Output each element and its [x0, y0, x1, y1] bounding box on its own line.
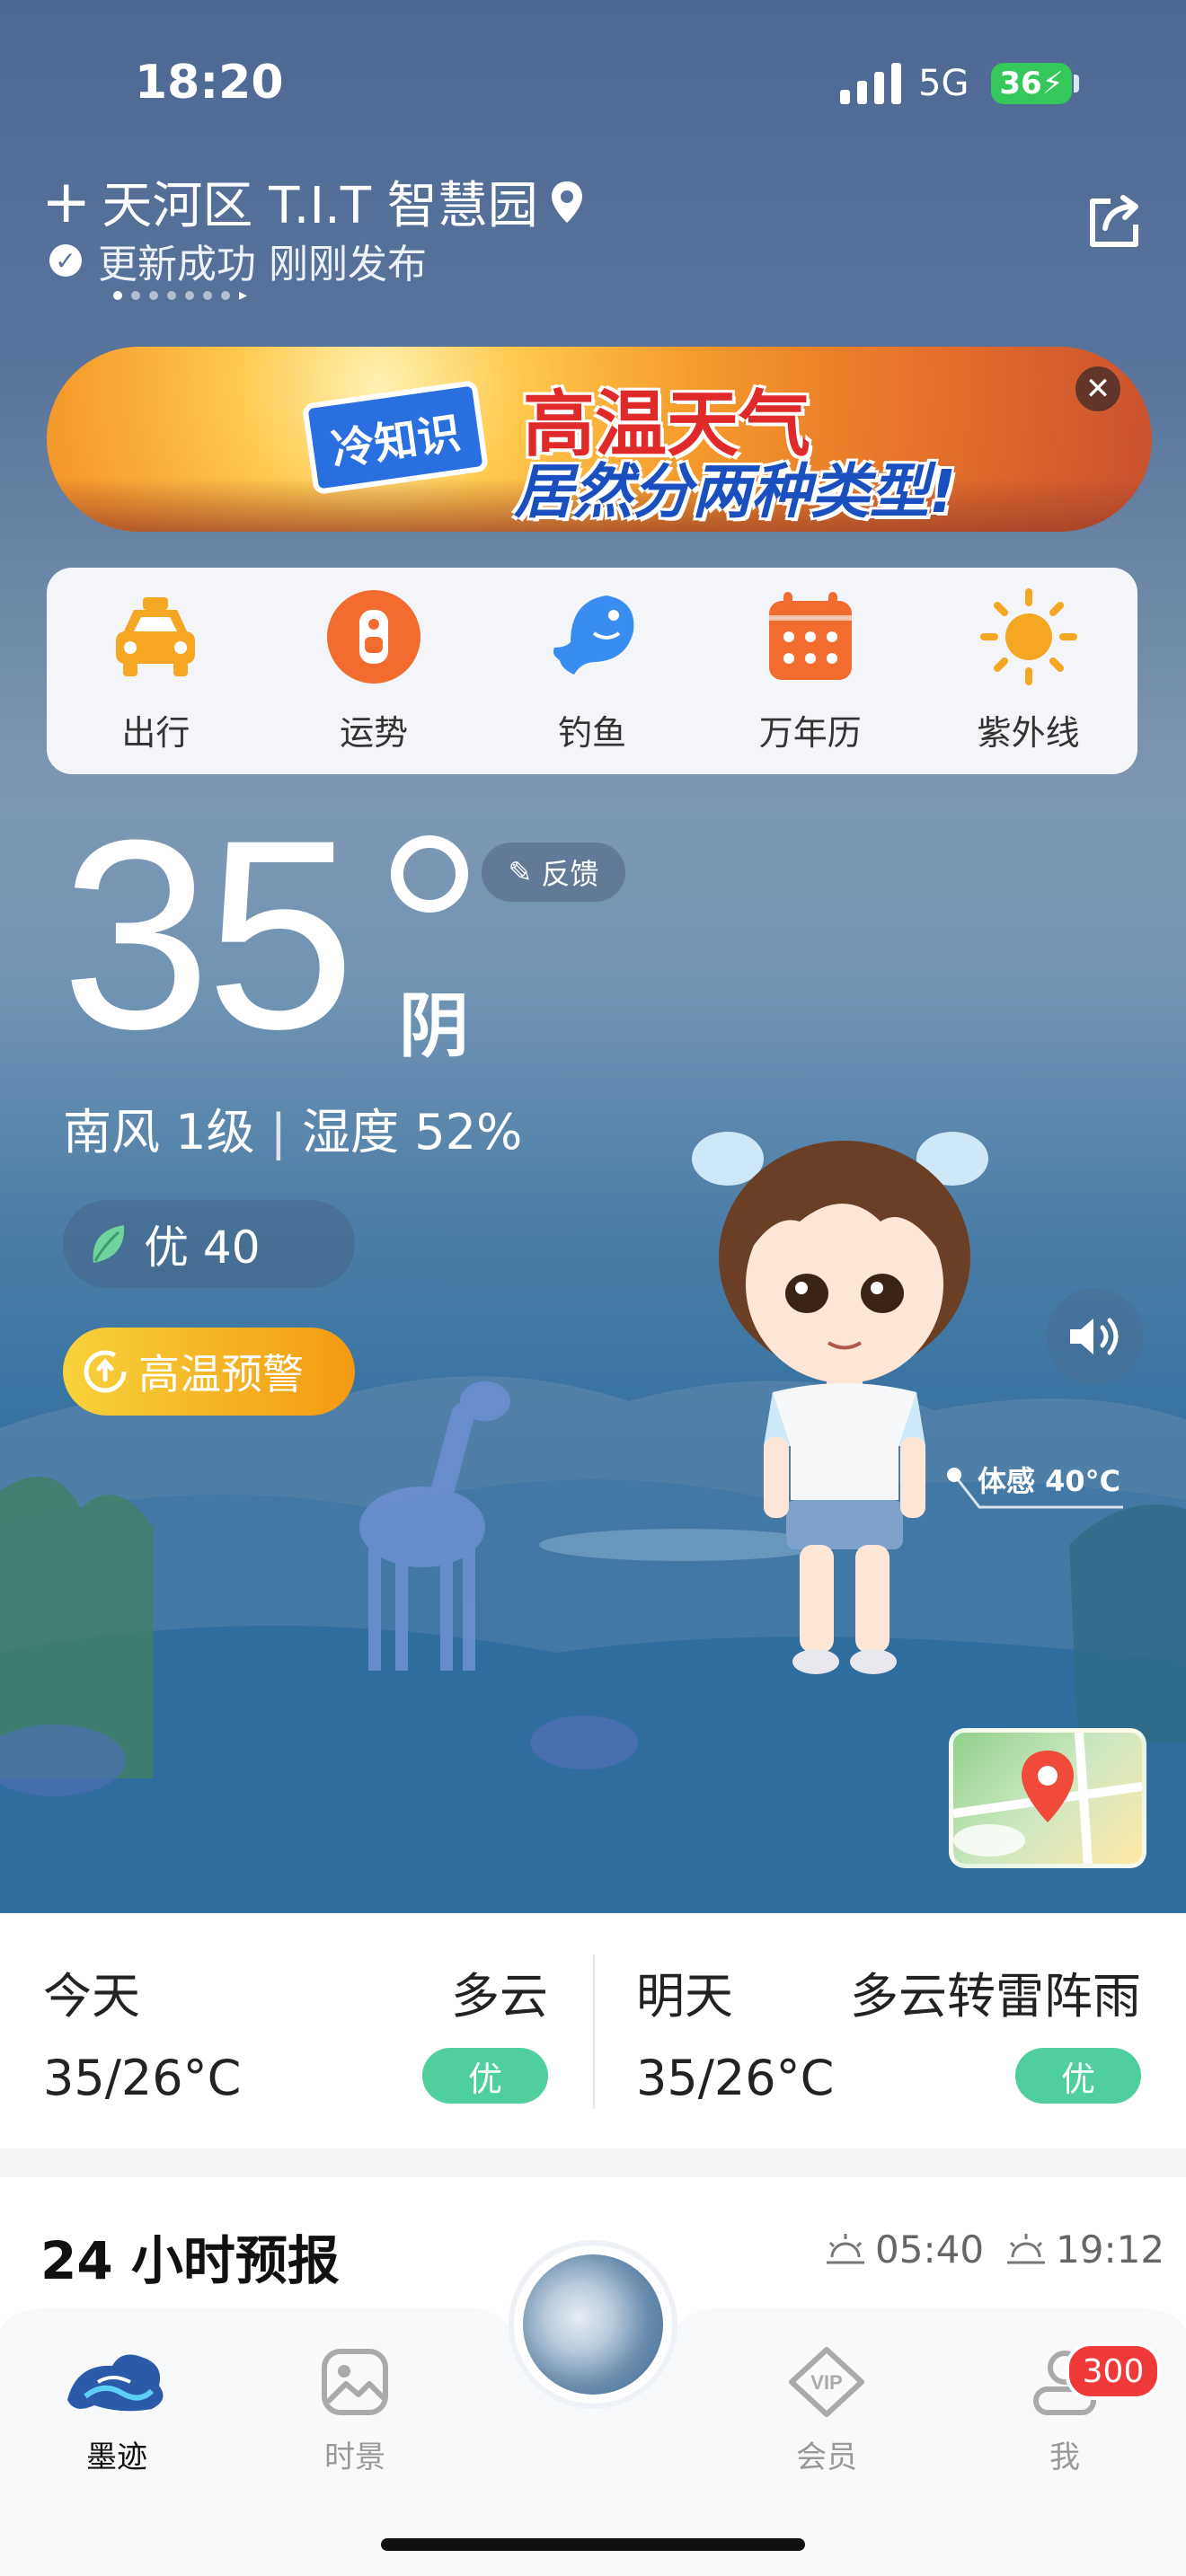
tool-label: 钓鱼	[557, 712, 626, 753]
forecast-day: 明天	[636, 1968, 733, 2025]
battery-indicator: 36 ⚡	[991, 63, 1072, 104]
feels-like: 体感 40°C	[978, 1464, 1121, 1498]
forecast-day: 今天	[43, 1968, 140, 2025]
tool-label: 紫外线	[977, 712, 1080, 753]
banner-subtitle: 居然分两种类型!	[514, 457, 957, 526]
signal-icon	[840, 63, 901, 104]
page-dot	[185, 290, 194, 300]
battery-level: 36	[999, 66, 1042, 101]
heat-warning-icon	[84, 1350, 127, 1393]
page-dot	[113, 290, 122, 300]
sky-scene-button[interactable]	[514, 2245, 672, 2404]
forecast-temp: 35/26°C	[636, 2050, 835, 2106]
separator: |	[270, 1104, 303, 1160]
add-city-icon[interactable]: +	[41, 172, 91, 231]
forecast-condition: 多云	[451, 1968, 548, 2025]
warning-label: 高温预警	[138, 1350, 304, 1398]
tool-calendar[interactable]: 万年历	[721, 588, 900, 754]
tab-label: 时景	[324, 2439, 385, 2475]
notification-badge: 300	[1066, 2342, 1161, 2400]
heat-warning-pill[interactable]: 高温预警	[63, 1328, 355, 1416]
sun-icon	[979, 587, 1077, 685]
location-arrow-icon: ▸	[239, 286, 248, 304]
forecast-temp: 35/26°C	[43, 2050, 242, 2106]
humidity-info: 湿度 52%	[302, 1104, 523, 1160]
image-icon	[322, 2349, 388, 2415]
wind-humidity: 南风 1级 | 湿度 52%	[63, 1092, 522, 1163]
feedback-button[interactable]: ✎ 反馈	[482, 842, 625, 902]
network-type: 5G	[918, 63, 969, 104]
quick-tools: 出行 运势 钓鱼 万年历 紫外线	[47, 568, 1137, 774]
degree-symbol	[391, 835, 468, 913]
current-temperature: 35	[61, 783, 356, 1085]
moji-logo-icon	[67, 2354, 164, 2412]
battery-tip	[1074, 75, 1079, 93]
location-header[interactable]: + 天河区 T.I.T 智慧园	[41, 165, 585, 238]
home-indicator[interactable]	[381, 2538, 805, 2551]
forecast-today[interactable]: 今天 多云 35/26°C 优	[0, 1913, 548, 2148]
tool-label: 万年历	[758, 712, 862, 753]
tool-travel[interactable]: 出行	[66, 588, 245, 754]
tab-scene[interactable]: 时景	[283, 2346, 427, 2476]
sunset-icon	[1007, 2233, 1046, 2263]
page-dot	[221, 290, 230, 300]
forecast-condition: 多云转雷阵雨	[850, 1968, 1141, 2025]
check-icon: ✓	[49, 244, 82, 277]
weather-avatar[interactable]	[674, 1123, 1015, 1716]
forecast-tomorrow[interactable]: 明天 多云转雷阵雨 35/26°C 优	[593, 1913, 1141, 2148]
sunset-time: 19:12	[1056, 2228, 1165, 2272]
map-button[interactable]	[949, 1728, 1146, 1868]
tool-fortune[interactable]: 运势	[284, 588, 464, 754]
weather-hero: 18:20 5G 36 ⚡ + 天河区 T.I.T 智慧园 ✓ 更新成功 刚刚发布…	[0, 0, 1186, 1913]
promo-banner[interactable]: 冷知识 高温天气 居然分两种类型! ✕	[47, 347, 1152, 532]
page-dots: ▸	[113, 286, 247, 304]
page-dot	[203, 290, 212, 300]
tab-label: 我	[1049, 2439, 1080, 2475]
hourly-title: 24 小时预报	[40, 2230, 340, 2291]
feedback-label: 反馈	[541, 857, 599, 891]
divider	[593, 1954, 595, 2109]
sun-times: 05:40 19:12	[825, 2228, 1164, 2272]
calendar-icon	[762, 588, 859, 685]
taxi-icon	[107, 588, 204, 685]
page-dot	[167, 290, 176, 300]
share-icon[interactable]	[1084, 189, 1146, 251]
fish-icon	[544, 588, 641, 685]
tool-fishing[interactable]: 钓鱼	[502, 588, 682, 754]
fortune-icon	[325, 588, 422, 685]
tab-label: 会员	[796, 2439, 857, 2475]
wind-info: 南风 1级	[63, 1104, 255, 1160]
aqi-pill[interactable]: 优 40	[63, 1200, 355, 1288]
page-dot	[149, 290, 158, 300]
update-status-row: ✓ 更新成功 刚刚发布	[49, 232, 427, 289]
location-name[interactable]: 天河区 T.I.T 智慧园	[102, 165, 538, 238]
leaf-icon	[93, 1225, 125, 1263]
page-dot	[131, 290, 140, 300]
aqi-badge: 优	[422, 2048, 548, 2104]
tab-label: 墨迹	[86, 2439, 147, 2475]
speaker-icon[interactable]	[1047, 1288, 1144, 1385]
tool-label: 运势	[340, 712, 409, 753]
aqi-badge: 优	[1015, 2048, 1141, 2104]
sunrise-icon	[827, 2233, 864, 2263]
close-icon[interactable]: ✕	[1075, 366, 1120, 411]
tab-moji[interactable]: 墨迹	[45, 2346, 189, 2476]
tool-uv[interactable]: 紫外线	[939, 587, 1119, 754]
pencil-icon: ✎	[508, 855, 533, 889]
tab-vip[interactable]: VIP 会员	[755, 2346, 898, 2476]
current-condition: 阴	[399, 986, 470, 1067]
aqi-label: 优 40	[144, 1222, 261, 1274]
sunrise-time: 05:40	[875, 2228, 985, 2272]
tool-label: 出行	[121, 712, 190, 753]
status-time: 18:20	[135, 56, 284, 110]
svg-text:VIP: VIP	[810, 2371, 842, 2394]
map-pin-icon	[953, 1733, 1142, 1864]
vip-icon: VIP	[789, 2347, 864, 2417]
sky-thumbnail	[523, 2254, 663, 2395]
charging-icon: ⚡	[1041, 66, 1064, 101]
update-status: 更新成功 刚刚发布	[98, 242, 427, 287]
location-pin-icon	[551, 181, 582, 223]
